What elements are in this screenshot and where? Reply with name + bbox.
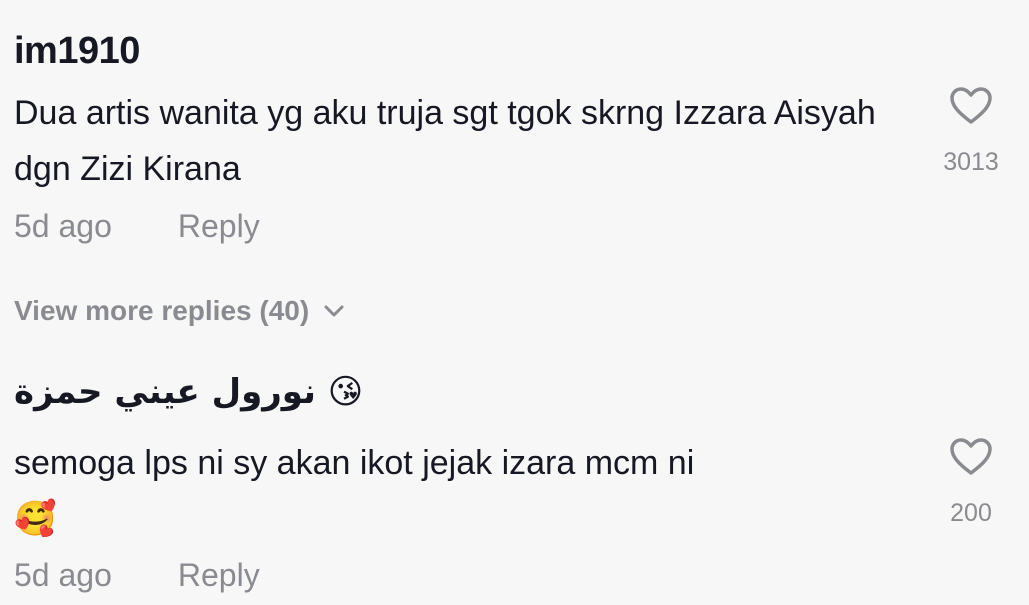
comment-username-text: نورول عيني حمزة	[14, 372, 316, 412]
comment-text: Dua artis wanita yg aku truja sgt tgok s…	[14, 94, 876, 188]
like-count: 200	[950, 499, 992, 527]
heart-outline-icon[interactable]	[949, 437, 993, 477]
reply-button[interactable]: Reply	[178, 557, 260, 593]
like-control: 200	[926, 437, 1016, 528]
comment-text-body: semoga lps ni sy akan ikot jejak izara m…	[14, 444, 695, 482]
comment-emoji: 🥰	[14, 499, 57, 539]
comment-text: semoga lps ni sy akan ikot jejak izara m…	[14, 435, 894, 547]
comment-username[interactable]: 😘 نورول عيني حمزة	[14, 372, 364, 412]
comment-meta: 5d ago Reply	[14, 208, 260, 245]
view-more-replies-button[interactable]: View more replies (40)	[14, 295, 345, 327]
comment-item: im1910 Dua artis wanita yg aku truja sgt…	[0, 0, 1029, 350]
comment-item: 😘 نورول عيني حمزة semoga lps ni sy akan …	[0, 360, 1029, 605]
comment-time: 5d ago	[14, 557, 112, 593]
comment-meta: 5d ago Reply	[14, 557, 260, 594]
username-emoji: 😘	[327, 372, 364, 412]
reply-button[interactable]: Reply	[178, 208, 260, 244]
comment-username[interactable]: im1910	[14, 30, 140, 73]
chevron-down-icon	[324, 305, 344, 317]
comment-time: 5d ago	[14, 208, 112, 244]
view-more-replies-label: View more replies (40)	[14, 295, 310, 326]
like-control: 3013	[926, 86, 1016, 177]
like-count: 3013	[943, 148, 999, 176]
comments-list: im1910 Dua artis wanita yg aku truja sgt…	[0, 0, 1029, 605]
heart-outline-icon[interactable]	[949, 86, 993, 126]
